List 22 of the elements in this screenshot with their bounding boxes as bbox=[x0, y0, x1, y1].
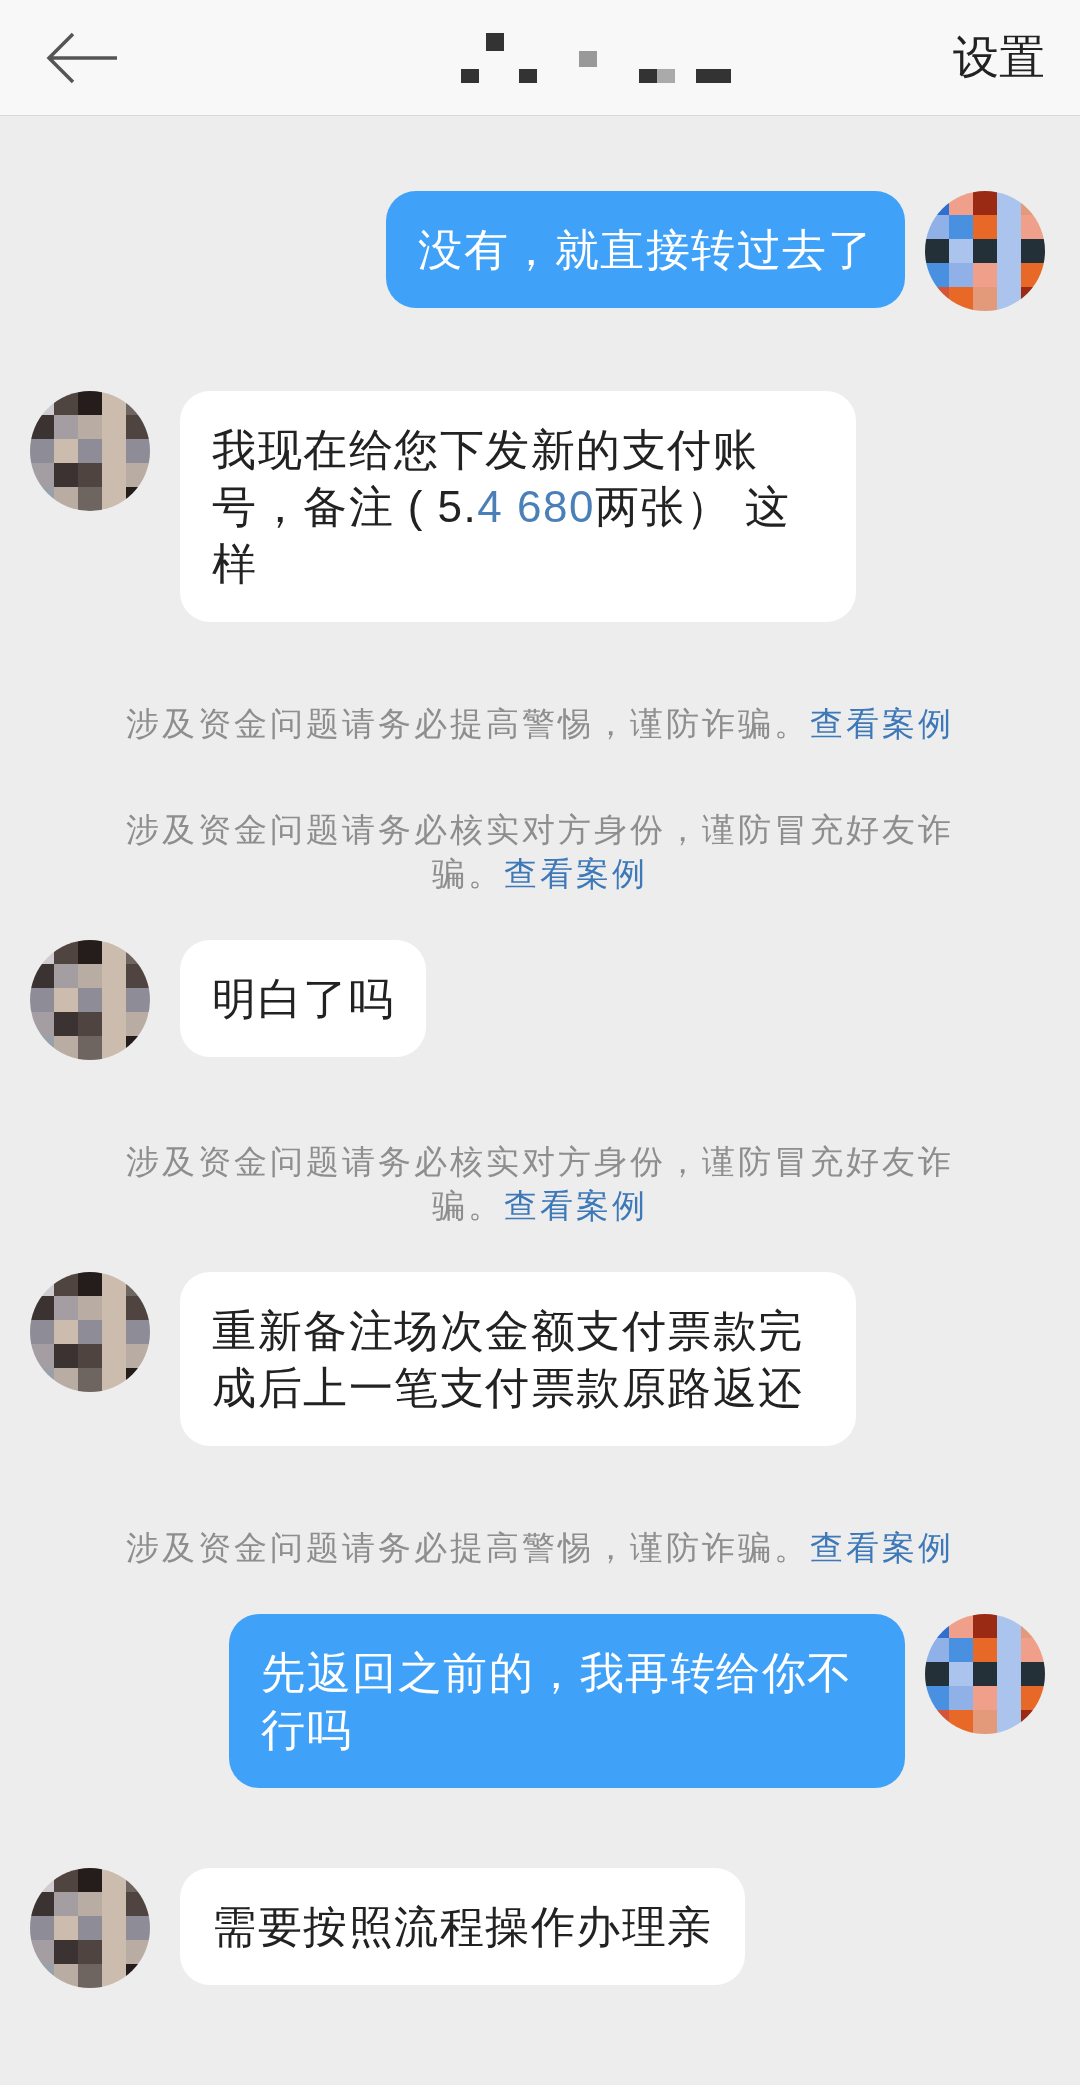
view-cases-link[interactable]: 查看案例 bbox=[810, 1528, 954, 1567]
number-link[interactable]: 4 680 bbox=[477, 482, 595, 531]
message-bubble[interactable]: 我现在给您下发新的支付账号，备注 ( 5.4 680两张） 这样 bbox=[180, 391, 856, 622]
settings-link[interactable]: 设置 bbox=[953, 26, 1045, 89]
safety-notice: 涉及资金问题请务必核实对方身份，谨防冒充好友诈骗。查看案例 bbox=[125, 1141, 955, 1227]
avatar[interactable] bbox=[30, 1272, 150, 1392]
view-cases-link[interactable]: 查看案例 bbox=[810, 704, 954, 743]
message-bubble[interactable]: 明白了吗 bbox=[180, 940, 426, 1057]
safety-notice: 涉及资金问题请务必提高警惕，谨防诈骗。查看案例 bbox=[125, 703, 955, 745]
avatar[interactable] bbox=[30, 1868, 150, 1988]
avatar[interactable] bbox=[925, 1614, 1045, 1734]
avatar[interactable] bbox=[30, 940, 150, 1060]
message-bubble[interactable]: 需要按照流程操作办理亲 bbox=[180, 1868, 745, 1985]
message-bubble[interactable]: 先返回之前的，我再转给你不行吗 bbox=[229, 1614, 905, 1788]
safety-notice: 涉及资金问题请务必核实对方身份，谨防冒充好友诈骗。查看案例 bbox=[125, 809, 955, 895]
message-bubble[interactable]: 重新备注场次金额支付票款完成后上一笔支付票款原路返还 bbox=[180, 1272, 856, 1446]
message-bubble[interactable]: 没有，就直接转过去了 bbox=[386, 191, 905, 308]
avatar[interactable] bbox=[925, 191, 1045, 311]
view-cases-link[interactable]: 查看案例 bbox=[504, 854, 648, 893]
view-cases-link[interactable]: 查看案例 bbox=[504, 1186, 648, 1225]
safety-notice: 涉及资金问题请务必提高警惕，谨防诈骗。查看案例 bbox=[125, 1527, 955, 1569]
avatar[interactable] bbox=[30, 391, 150, 511]
